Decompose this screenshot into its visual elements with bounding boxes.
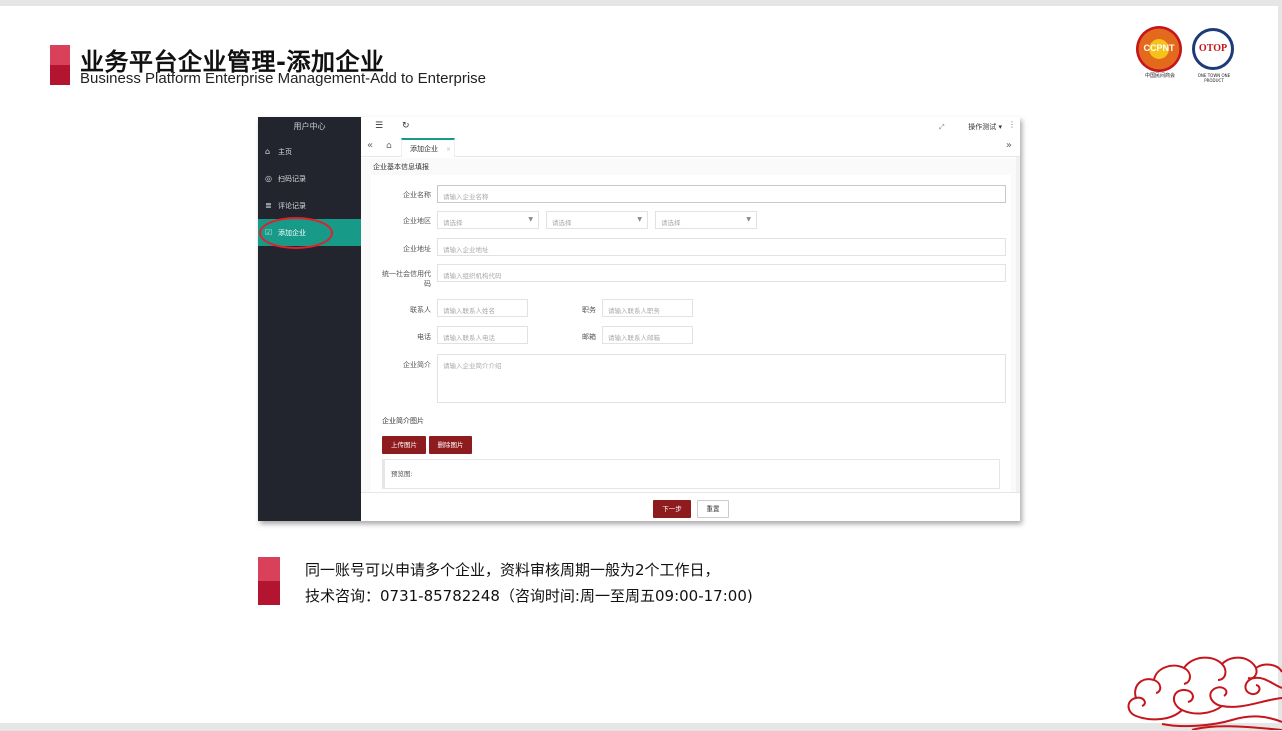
tab-scroll-right-icon[interactable]: » <box>1006 140 1012 151</box>
chevron-down-icon: ▼ <box>528 216 533 223</box>
preview-label: 预览图: <box>391 470 413 478</box>
title-accent-mark <box>50 45 70 85</box>
position-label: 职务 <box>582 306 596 314</box>
phone-input[interactable]: 请输入联系人电话 <box>437 326 528 344</box>
upload-image-button[interactable]: 上传图片 <box>382 436 426 454</box>
tab-add-enterprise[interactable]: 添加企业 × <box>401 138 455 157</box>
refresh-icon[interactable]: ↻ <box>402 121 410 131</box>
intro-label: 企业简介 <box>403 361 431 369</box>
tab-home-icon[interactable]: ⌂ <box>386 141 392 151</box>
credit-code-label-line1: 统一社会信用代 <box>382 270 431 278</box>
form-footer: 下一步 重置 <box>361 492 1020 521</box>
slide: 业务平台企业管理-添加企业 Business Platform Enterpri… <box>0 0 1282 731</box>
image-section-title: 企业简介图片 <box>382 417 424 425</box>
user-menu[interactable]: 操作测试 ▾ <box>968 122 1002 132</box>
intro-textarea[interactable]: 请输入企业简介介绍 <box>437 354 1006 403</box>
region-district-select[interactable]: 请选择 ▼ <box>655 211 757 229</box>
position-input[interactable]: 请输入联系人职务 <box>602 299 693 317</box>
form-section-title: 企业基本信息填报 <box>373 163 429 171</box>
contact-input[interactable]: 请输入联系人姓名 <box>437 299 528 317</box>
sidebar-item-label: 评论记录 <box>278 201 306 210</box>
credit-code-label-line2: 码 <box>424 280 431 288</box>
sidebar-item-home[interactable]: ⌂ 主页 <box>258 138 361 165</box>
sidebar: 用户中心 ⌂ 主页 ◎ 扫码记录 ≣ 评论记录 ☑ 添加企业 <box>258 117 361 521</box>
slide-top-border <box>0 0 1282 6</box>
auspicious-cloud-decoration <box>1127 656 1282 730</box>
home-icon: ⌂ <box>265 147 271 156</box>
fullscreen-icon[interactable]: ⤢ <box>939 123 945 132</box>
sidebar-item-scan-records[interactable]: ◎ 扫码记录 <box>258 165 361 192</box>
app-screenshot: 用户中心 ⌂ 主页 ◎ 扫码记录 ≣ 评论记录 ☑ 添加企业 ☰ ↻ ⤢ 操作测… <box>258 117 1020 521</box>
content-scrollbar[interactable] <box>1016 157 1020 492</box>
email-label: 邮箱 <box>582 333 596 341</box>
comment-icon: ≣ <box>265 201 272 210</box>
sidebar-item-label: 扫码记录 <box>278 174 306 183</box>
menu-toggle-icon[interactable]: ☰ <box>375 121 383 131</box>
tab-close-icon[interactable]: × <box>446 146 451 153</box>
highlight-annotation-ellipse <box>259 217 333 249</box>
next-step-button[interactable]: 下一步 <box>653 500 691 518</box>
phone-label: 电话 <box>417 333 431 341</box>
ccpnt-logo: CCPNT <box>1136 26 1182 72</box>
enterprise-address-input[interactable]: 请输入企业地址 <box>437 238 1006 256</box>
sidebar-item-label: 主页 <box>278 147 292 156</box>
delete-image-button[interactable]: 删除图片 <box>429 436 472 454</box>
topbar: ☰ ↻ ⤢ 操作测试 ▾ ⋮ <box>361 117 1020 137</box>
note-accent-mark <box>258 557 280 605</box>
contact-label: 联系人 <box>410 306 431 314</box>
tab-label: 添加企业 <box>410 145 438 153</box>
enterprise-form: 企业名称 请输入企业名称 企业地区 请选择 ▼ 请选择 ▼ 请选择 ▼ 企业地址 请输… <box>371 175 1011 511</box>
enterprise-name-input[interactable]: 请输入企业名称 <box>437 185 1006 203</box>
sidebar-item-comment-records[interactable]: ≣ 评论记录 <box>258 192 361 219</box>
enterprise-name-label: 企业名称 <box>403 191 431 199</box>
tab-scroll-left-icon[interactable]: « <box>367 140 373 151</box>
slide-right-border <box>1278 0 1282 731</box>
slide-subtitle: Business Platform Enterprise Management-… <box>80 70 487 87</box>
credit-code-input[interactable]: 请输入组织机构代码 <box>437 264 1006 282</box>
tab-bar: « ⌂ 添加企业 × » <box>361 137 1020 157</box>
region-city-select[interactable]: 请选择 ▼ <box>546 211 648 229</box>
more-icon[interactable]: ⋮ <box>1008 120 1016 129</box>
enterprise-region-label: 企业地区 <box>403 217 431 225</box>
ccpnt-logo-caption: 中国民间商会 <box>1144 73 1175 79</box>
chevron-down-icon: ▼ <box>746 216 751 223</box>
note-line-2: 技术咨询：0731-85782248（咨询时间:周一至周五09:00-17:00… <box>305 587 753 605</box>
otop-logo: OTOP <box>1192 28 1234 70</box>
main-content: 企业基本信息填报 企业名称 请输入企业名称 企业地区 请选择 ▼ 请选择 ▼ 请选择… <box>361 158 1020 521</box>
image-preview-box: 预览图: <box>382 459 1000 489</box>
region-province-select[interactable]: 请选择 ▼ <box>437 211 539 229</box>
sidebar-title: 用户中心 <box>293 122 326 131</box>
email-input[interactable]: 请输入联系人邮箱 <box>602 326 693 344</box>
reset-button[interactable]: 重置 <box>697 500 729 518</box>
slide-bottom-border <box>0 723 1282 731</box>
enterprise-address-label: 企业地址 <box>403 245 431 253</box>
note-line-1: 同一账号可以申请多个企业，资料审核周期一般为2个工作日， <box>305 561 720 579</box>
chevron-down-icon: ▼ <box>637 216 642 223</box>
scan-icon: ◎ <box>265 174 272 183</box>
otop-logo-caption: ONE TOWN ONE PRODUCT <box>1197 73 1231 83</box>
